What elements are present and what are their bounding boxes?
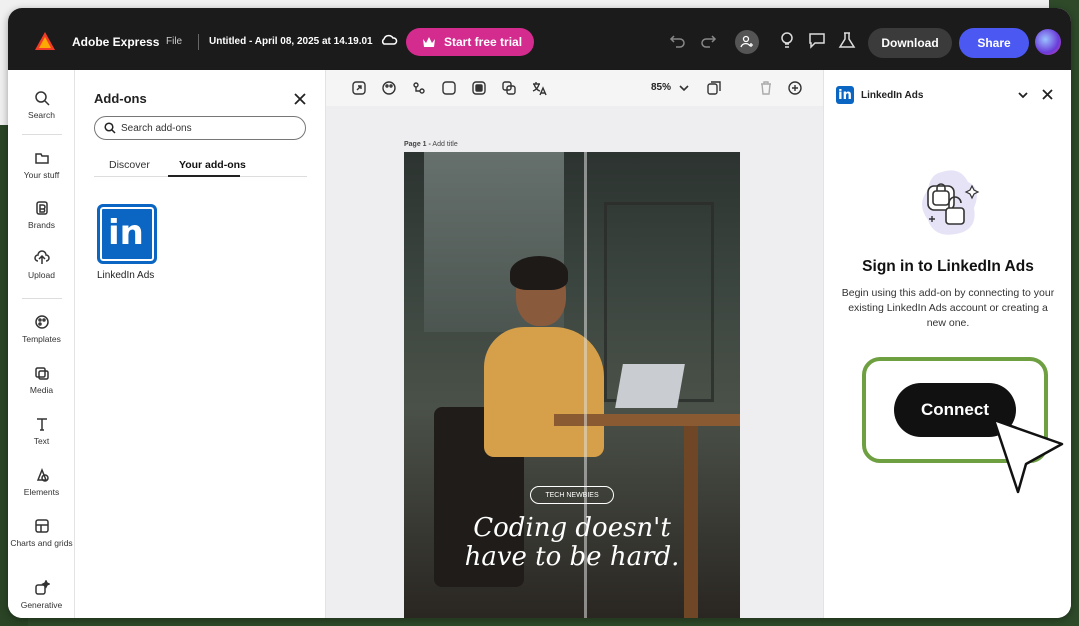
artboard-badge[interactable]: TECH NEWBIES (530, 486, 614, 504)
zoom-level[interactable]: 85% (651, 82, 671, 93)
rail-label: Templates (22, 334, 61, 344)
close-icon[interactable] (1041, 88, 1054, 101)
tab-your-addons[interactable]: Your add-ons (179, 159, 246, 171)
add-person-icon (740, 35, 753, 48)
addon-name[interactable]: LinkedIn Ads (97, 270, 154, 281)
rail-label: Brands (28, 220, 55, 230)
artboard-photo-hair (510, 256, 568, 290)
cloud-sync-icon[interactable] (380, 32, 398, 48)
translate-icon[interactable] (531, 80, 547, 96)
search-icon (34, 91, 50, 106)
trial-label: Start free trial (444, 35, 523, 49)
canvas-toolbar: 85% (326, 70, 823, 106)
invite-collaborator-button[interactable] (735, 30, 759, 54)
rail-item-media[interactable]: Media (8, 365, 75, 395)
user-avatar[interactable] (1035, 29, 1061, 55)
download-button[interactable]: Download (868, 28, 952, 58)
rail-item-brands[interactable]: Brands (8, 200, 75, 230)
panel-title: LinkedIn Ads (861, 90, 924, 101)
flask-icon[interactable] (837, 30, 857, 50)
sign-in-heading: Sign in to LinkedIn Ads (862, 258, 1034, 275)
trash-icon[interactable] (758, 80, 774, 96)
rail-divider (22, 298, 62, 299)
rail-item-elements[interactable]: Elements (8, 467, 75, 497)
close-icon[interactable] (293, 92, 307, 106)
rail-item-templates[interactable]: Templates (8, 314, 75, 344)
mouse-pointer-icon (992, 418, 1064, 494)
rail-label: Your stuff (23, 170, 60, 180)
lightbulb-icon[interactable] (777, 30, 797, 50)
palette-icon[interactable] (381, 80, 397, 96)
text-icon (36, 418, 47, 431)
linkedin-ads-addon-tile[interactable]: in (97, 204, 157, 264)
artboard[interactable]: TECH NEWBIES Coding doesn't have to be h… (404, 152, 740, 618)
top-bar: Adobe Express File Untitled - April 08, … (8, 8, 1071, 70)
chevron-down-icon[interactable] (678, 82, 690, 94)
start-free-trial-button[interactable]: Start free trial (406, 28, 534, 56)
undo-icon[interactable] (668, 30, 688, 50)
rail-label: Charts and grids (10, 538, 73, 548)
left-rail: Search Your stuff Brands Upload Template… (8, 70, 75, 618)
rail-label: Upload (28, 270, 55, 280)
charts-icon (34, 519, 49, 533)
artboard-photo-laptop (615, 364, 685, 408)
share-button[interactable]: Share (959, 28, 1029, 58)
add-page-icon[interactable] (787, 80, 803, 96)
rail-label: Search (28, 110, 55, 120)
rail-item-search[interactable]: Search (8, 90, 75, 120)
pages-icon[interactable] (706, 80, 722, 96)
elements-icon (36, 467, 49, 482)
redo-icon[interactable] (698, 30, 718, 50)
addons-panel: Add-ons Search add-ons Discover Your add… (75, 70, 326, 618)
sign-in-description: Begin using this add-on by connecting to… (841, 287, 1055, 329)
rail-divider (22, 134, 62, 135)
linkedin-ads-panel: in LinkedIn Ads Sign in to LinkedIn Ads … (823, 70, 1071, 618)
rail-item-generative[interactable]: Generative (8, 580, 75, 610)
folder-icon (34, 153, 49, 164)
linkedin-icon: in (836, 86, 854, 104)
add-title-link[interactable]: Add title (432, 141, 457, 148)
shape-icon[interactable] (441, 80, 457, 96)
rail-label: Elements (23, 487, 60, 497)
search-placeholder: Search add-ons (121, 122, 192, 134)
app-window: Adobe Express File Untitled - April 08, … (8, 8, 1071, 618)
upload-icon (33, 250, 50, 264)
rail-item-upload[interactable]: Upload (8, 250, 75, 280)
rail-label: Generative (20, 600, 63, 610)
rail-item-text[interactable]: Text (8, 416, 75, 446)
addons-search-input[interactable]: Search add-ons (94, 116, 306, 140)
mask-icon[interactable] (471, 80, 487, 96)
artboard-headline[interactable]: Coding doesn't have to be hard. (404, 514, 740, 572)
templates-icon (34, 315, 49, 329)
duplicate-icon[interactable] (501, 80, 517, 96)
artboard-photo-table (554, 414, 740, 426)
brand-icon (35, 201, 48, 215)
search-icon (104, 122, 116, 134)
rail-label: Media (29, 385, 54, 395)
rail-label: Text (33, 436, 50, 446)
title-separator (198, 34, 199, 50)
document-title[interactable]: Untitled - April 08, 2025 at 14.19.01 (209, 36, 373, 47)
brand-name[interactable]: Adobe Express (72, 35, 159, 49)
chevron-down-icon[interactable] (1017, 89, 1029, 101)
canvas-area: 85% Page 1 - Add title TECH NEWBIES Codi… (326, 70, 823, 618)
resize-icon[interactable] (351, 80, 367, 96)
animate-icon[interactable] (411, 80, 427, 96)
page-label[interactable]: Page 1 - Add title (404, 141, 458, 148)
comment-icon[interactable] (807, 30, 827, 50)
tab-discover[interactable]: Discover (109, 159, 150, 171)
crown-icon (423, 37, 435, 47)
active-tab-indicator (168, 175, 240, 177)
addons-title: Add-ons (94, 91, 147, 106)
file-menu[interactable]: File (166, 36, 182, 47)
adobe-express-logo-icon[interactable] (35, 32, 55, 50)
connect-account-illustration (922, 170, 980, 235)
media-icon (34, 367, 49, 380)
generative-icon (34, 580, 50, 595)
rail-item-your-stuff[interactable]: Your stuff (8, 150, 75, 180)
linkedin-icon: in (108, 213, 144, 253)
rail-item-charts-and-grids[interactable]: Charts and grids (8, 518, 75, 548)
